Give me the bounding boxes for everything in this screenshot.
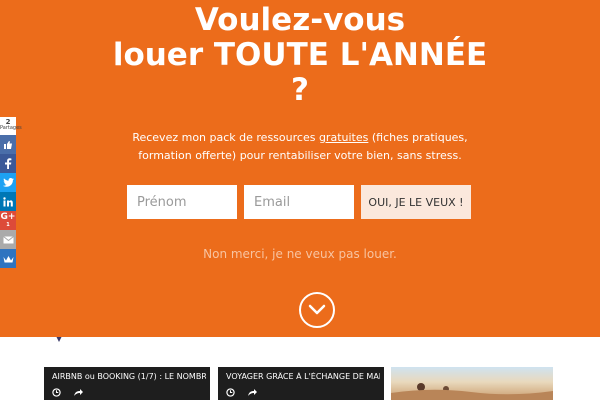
share-count-label: Partages [0, 125, 22, 131]
popup-subtext-line1: Recevez mon pack de ressources gratuites… [0, 129, 600, 147]
clock-icon[interactable] [226, 388, 235, 397]
twitter-icon [2, 178, 14, 187]
linkedin-share-button[interactable] [0, 192, 16, 211]
more-share-button[interactable] [0, 249, 16, 268]
popup-subtext-line2: formation offerte) pour rentabiliser vot… [138, 149, 462, 162]
share-count: 2 Partages [0, 117, 22, 135]
like-icon [4, 140, 12, 149]
beach-photo [391, 383, 553, 400]
google-plus-count: 1 [6, 221, 10, 228]
email-field[interactable]: Email [244, 185, 354, 219]
article-card[interactable]: AIRBNB ou BOOKING (1/7) : LE NOMBRE D [44, 367, 210, 400]
share-bar: 2 Partages G+ 1 [0, 117, 22, 268]
decline-link[interactable]: Non merci, je ne veux pas louer. [0, 247, 600, 261]
optin-popup: Voulez-vous louer TOUTE L'ANNÉE ? Receve… [0, 0, 600, 337]
linkedin-icon [3, 196, 13, 206]
article-card-title[interactable]: AIRBNB ou BOOKING (1/7) : LE NOMBRE D [52, 372, 206, 381]
clock-icon[interactable] [52, 388, 61, 397]
firstname-field[interactable]: Prénom [127, 185, 237, 219]
popup-subtext-link[interactable]: gratuites [319, 131, 368, 144]
popup-headline-line1: Voulez-vous [194, 2, 406, 38]
scroll-down-button[interactable] [299, 292, 335, 328]
twitter-share-button[interactable] [0, 173, 16, 192]
chevron-down-icon [308, 304, 326, 315]
more-icon [3, 255, 13, 262]
article-card-title[interactable]: VOYAGER GRÂCE À L'ÉCHANGE DE MAIS [226, 372, 380, 381]
facebook-icon [5, 158, 12, 169]
google-plus-share-button[interactable]: G+ 1 [0, 211, 16, 230]
email-share-button[interactable] [0, 230, 16, 249]
popup-subtext-after: (fiches pratiques, [368, 131, 468, 144]
like-button[interactable] [0, 135, 16, 154]
popup-headline-line3: ? [291, 72, 309, 108]
popup-subtext-before: Recevez mon pack de ressources [132, 131, 319, 144]
email-icon [2, 235, 14, 243]
google-plus-icon: G+ [0, 211, 16, 222]
popup-headline-line2: louer TOUTE L'ANNÉE [112, 37, 488, 73]
facebook-share-button[interactable] [0, 154, 16, 173]
article-card[interactable]: VOYAGER GRÂCE À L'ÉCHANGE DE MAIS [218, 367, 384, 400]
subscribe-button[interactable]: OUI, JE LE VEUX ! [361, 185, 471, 219]
share-arrow-icon[interactable] [73, 388, 83, 397]
article-card-image[interactable] [391, 367, 553, 400]
share-arrow-icon[interactable] [247, 388, 257, 397]
